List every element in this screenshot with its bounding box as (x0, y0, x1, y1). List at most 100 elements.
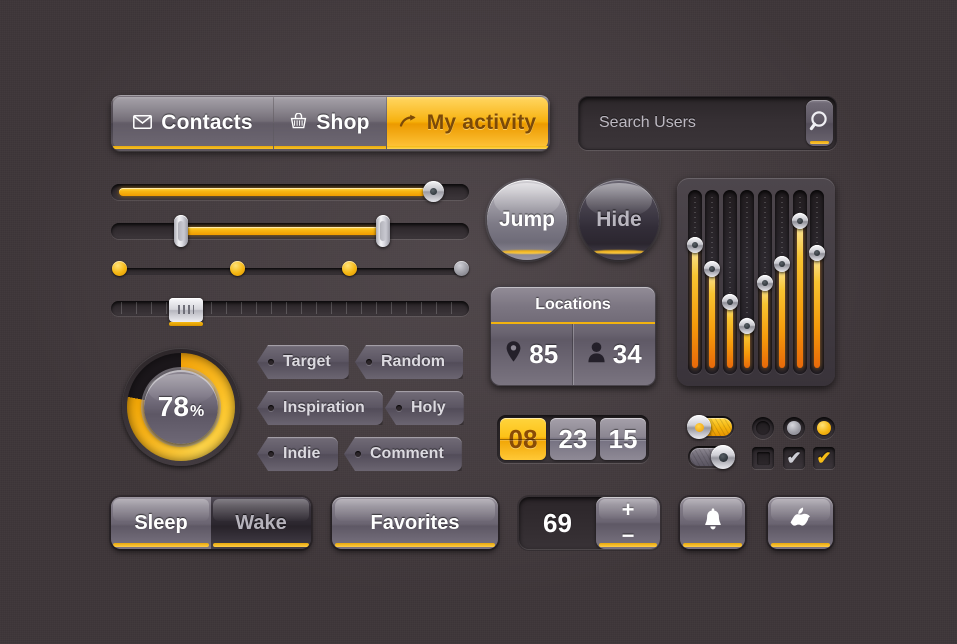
tag-holy[interactable]: Holy (385, 391, 464, 425)
equalizer-band[interactable] (791, 190, 808, 374)
apple-button[interactable] (768, 497, 833, 549)
radio-selected-grey[interactable] (783, 417, 805, 439)
slider-knob[interactable] (423, 181, 444, 202)
equalizer-band-knob[interactable] (704, 261, 721, 277)
grip-tick-slider[interactable] (111, 297, 469, 326)
equalizer-band[interactable] (704, 190, 721, 374)
tab-contacts[interactable]: Contacts (113, 97, 273, 149)
equalizer-band-knob[interactable] (791, 213, 808, 229)
toggle-knob[interactable] (711, 445, 735, 469)
single-handle-slider[interactable] (111, 181, 469, 203)
step-dot-slider[interactable] (111, 260, 469, 282)
slider-fill (119, 188, 426, 196)
gauge-center: 78 % (144, 370, 218, 444)
range-slider[interactable] (111, 215, 469, 247)
toggle-switch-on[interactable] (687, 415, 734, 439)
check-icon: ✔ (816, 448, 832, 468)
tab-contacts-label: Contacts (161, 111, 253, 134)
equalizer-band[interactable] (687, 190, 703, 374)
equalizer-band[interactable] (774, 190, 791, 374)
radio-selected-amber[interactable] (813, 417, 835, 439)
tag-indie[interactable]: Indie (257, 437, 339, 471)
equalizer-band[interactable] (739, 190, 756, 374)
step-dot[interactable] (342, 261, 357, 276)
equalizer-band[interactable] (756, 190, 773, 374)
segment-sleep-label: Sleep (134, 511, 188, 534)
locations-people-value: 34 (612, 339, 642, 369)
equalizer-band-fill (726, 302, 733, 368)
arrow-right-icon (399, 111, 418, 135)
equalizer-band-fill (779, 264, 786, 368)
person-icon (587, 339, 606, 370)
slider-grip-handle[interactable] (169, 298, 203, 326)
toggle-switch-off[interactable] (688, 445, 735, 469)
tab-my-activity[interactable]: My activity (387, 97, 548, 149)
tag-comment[interactable]: Comment (344, 437, 462, 471)
equalizer-band-knob[interactable] (739, 318, 756, 334)
locations-body: 85 34 (491, 324, 655, 385)
flip-seam (500, 439, 546, 440)
segment-wake[interactable]: Wake (211, 497, 311, 549)
tag-inspiration[interactable]: Inspiration (257, 391, 383, 425)
segment-wake-label: Wake (235, 511, 287, 534)
equalizer-band-fill (709, 269, 716, 368)
step-dot[interactable] (454, 261, 469, 276)
search-button[interactable] (806, 100, 833, 146)
button-underglow (335, 543, 495, 547)
clock-digit-seconds[interactable]: 15 (600, 418, 646, 460)
locations-title: Locations (491, 287, 655, 324)
favorites-button[interactable]: Favorites (332, 497, 498, 549)
equalizer-band-knob[interactable] (774, 256, 791, 272)
flip-seam (550, 439, 596, 440)
checkbox-unchecked[interactable] (752, 447, 774, 469)
segment-sleep[interactable]: Sleep (111, 497, 211, 549)
gauge-value-wrap: 78 % (158, 391, 204, 423)
clock-digit-hours[interactable]: 08 (500, 418, 546, 460)
locations-places-value: 85 (529, 339, 559, 369)
equalizer-band-fill (796, 221, 803, 368)
tag-random[interactable]: Random (355, 345, 463, 379)
tab-shop-label: Shop (316, 111, 370, 134)
tag-label: Inspiration (283, 399, 365, 416)
locations-stat-places[interactable]: 85 (491, 324, 573, 385)
equalizer-panel (677, 178, 835, 386)
equalizer-band-knob[interactable] (756, 275, 773, 291)
locations-stat-people[interactable]: 34 (574, 324, 656, 385)
toggle-knob[interactable] (687, 415, 711, 439)
slider-range-fill (181, 227, 383, 235)
tag-label: Target (283, 353, 331, 370)
segment-underglow (213, 543, 309, 547)
tag-label: Holy (411, 399, 446, 416)
slider-knob-low[interactable] (174, 215, 188, 247)
locations-panel: Locations 85 34 (490, 286, 656, 386)
equalizer-band[interactable] (721, 190, 738, 374)
checkbox-checked-grey[interactable]: ✔ (783, 447, 805, 469)
equalizer-band-knob[interactable] (687, 237, 703, 253)
bell-button[interactable] (680, 497, 745, 549)
tag-target[interactable]: Target (257, 345, 349, 379)
hide-button[interactable]: Hide (579, 180, 659, 260)
checkbox-inner (756, 451, 770, 465)
gauge-unit: % (189, 403, 205, 420)
tab-shop[interactable]: Shop (274, 97, 386, 149)
slider-knob-high[interactable] (376, 215, 390, 247)
radio-unselected[interactable] (752, 417, 774, 439)
favorites-button-label: Favorites (370, 511, 460, 534)
checkbox-checked-amber[interactable]: ✔ (813, 447, 835, 469)
step-dot[interactable] (230, 261, 245, 276)
envelope-icon (133, 111, 153, 135)
equalizer-band-knob[interactable] (721, 294, 738, 310)
search-input[interactable] (582, 114, 806, 132)
button-underglow (771, 543, 830, 547)
equalizer-band[interactable] (808, 190, 825, 374)
tag-hole-icon (355, 451, 361, 457)
search-icon (808, 109, 832, 138)
stepper-increment-button[interactable]: + (596, 497, 660, 523)
clock-digit-minutes[interactable]: 23 (550, 418, 596, 460)
flip-seam (600, 439, 646, 440)
equalizer-band-knob[interactable] (808, 245, 825, 261)
jump-button[interactable]: Jump (487, 180, 567, 260)
segment-underglow (113, 543, 209, 547)
tag-hole-icon (366, 359, 372, 365)
step-dot[interactable] (112, 261, 127, 276)
